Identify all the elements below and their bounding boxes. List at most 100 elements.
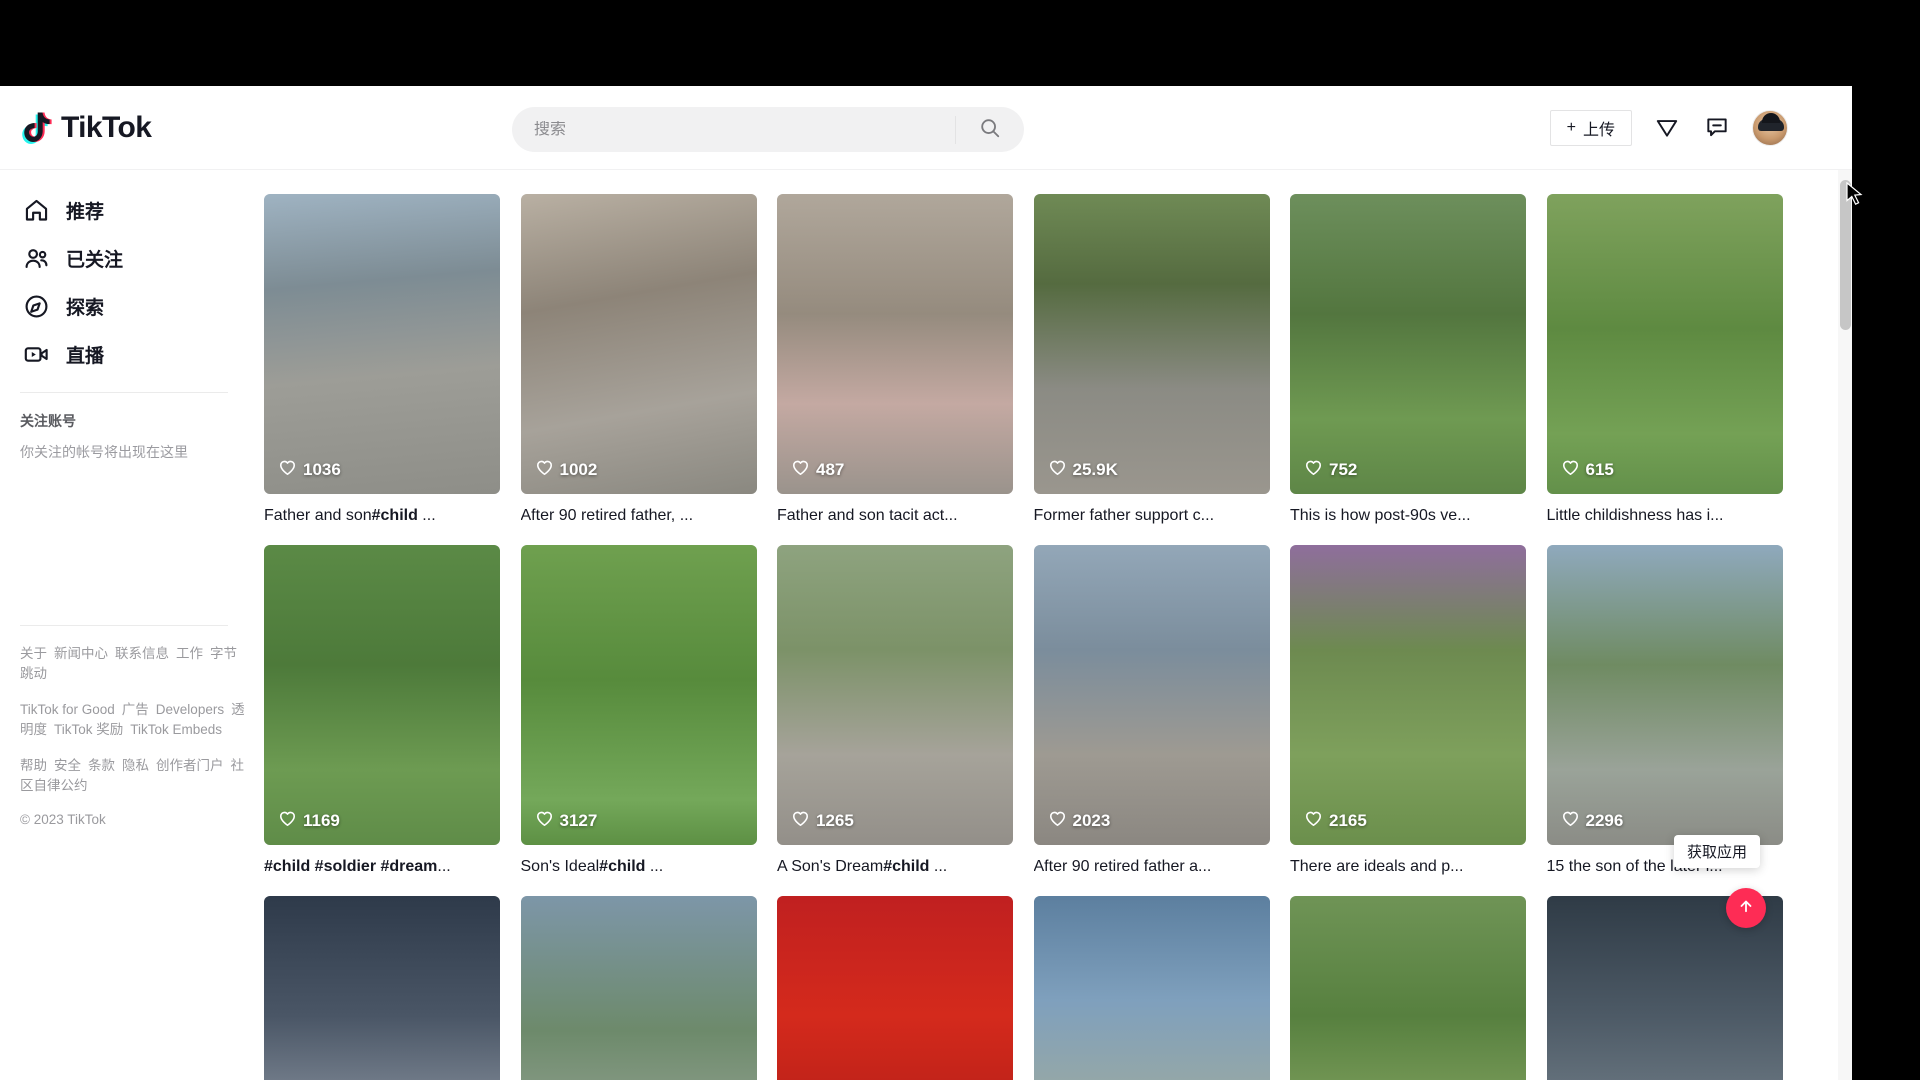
video-card[interactable] [777,896,1013,1080]
video-thumbnail[interactable]: 752 [1290,194,1526,494]
video-caption[interactable]: After 90 retired father, ... [521,505,757,527]
like-count: 752 [1304,458,1357,482]
upload-button[interactable]: + 上传 [1549,110,1632,146]
users-icon [20,242,52,274]
upload-label: 上传 [1582,122,1615,139]
video-caption[interactable]: Former father support c... [1034,505,1270,527]
video-caption[interactable]: Little childishness has i... [1547,505,1783,527]
video-thumbnail[interactable]: 2165 [1290,545,1526,845]
video-caption[interactable]: There are ideals and p... [1290,856,1526,878]
video-thumbnail[interactable]: 2023 [1033,545,1270,845]
video-thumbnail[interactable]: 25.9K [1033,194,1270,494]
video-card[interactable]: 2165 There are ideals and p... [1290,545,1526,878]
messages-button[interactable] [1652,113,1682,143]
caption-hashtag[interactable]: #child [372,507,418,524]
video-card[interactable]: 752 This is how post-90s ve... [1290,194,1526,527]
like-count-value: 2165 [1329,811,1367,830]
sidebar-item-live[interactable]: 直播 [16,330,250,378]
footer-link[interactable]: 联系信息 [115,646,169,661]
browser-window: TikTok + 上传 [0,0,1920,1080]
footer-link[interactable]: 条款 [88,758,115,773]
footer-link[interactable]: 关于 [20,646,47,661]
tiktok-logo[interactable]: TikTok [22,110,272,146]
thumbnail-image [264,194,500,494]
video-caption[interactable]: A Son's Dream#child ... [777,856,1013,878]
caption-hashtag[interactable]: #child #soldier #dream [264,858,437,875]
caption-hashtag[interactable]: #child [883,858,929,875]
footer-link[interactable]: 工作 [176,646,203,661]
video-thumbnail[interactable]: 615 [1546,194,1783,494]
footer-link[interactable]: TikTok Embeds [130,722,222,737]
video-caption[interactable]: Father and son#child ... [264,505,500,527]
like-count-value: 615 [1585,460,1614,479]
sidebar-item-following[interactable]: 已关注 [16,234,250,282]
video-thumbnail[interactable] [1290,896,1526,1080]
video-caption[interactable]: #child #soldier #dream... [264,856,500,878]
footer-link[interactable]: 隐私 [122,758,149,773]
footer-link[interactable]: 创作者门户 [156,758,224,773]
sidebar-label: 探索 [66,297,105,319]
video-caption[interactable]: After 90 retired father a... [1034,856,1270,878]
video-thumbnail[interactable]: 1036 [264,194,500,494]
video-card[interactable]: 25.9K Former father support c... [1033,194,1270,527]
scroll-to-top-button[interactable] [1726,888,1766,928]
footer-group-company: 关于 新闻中心 联系信息 工作 字节跳动 [20,644,250,684]
sidebar-item-explore[interactable]: 探索 [16,282,250,330]
video-thumbnail[interactable] [1033,896,1270,1080]
video-card[interactable]: 3127 Son's Ideal#child ... [520,545,757,878]
footer-link[interactable]: Developers [156,702,224,717]
footer-link[interactable]: 新闻中心 [54,646,108,661]
video-thumbnail[interactable]: 1002 [520,194,757,494]
video-thumbnail[interactable] [520,896,757,1080]
video-card[interactable]: 2023 After 90 retired father a... [1033,545,1270,878]
page-viewport: TikTok + 上传 [0,86,1852,1080]
video-thumbnail[interactable]: 3127 [520,545,757,845]
search-icon [979,117,1001,142]
footer-link[interactable]: TikTok 奖励 [54,722,123,737]
thumbnail-image [777,896,1013,1080]
arrow-up-icon [1737,897,1755,920]
video-card[interactable] [520,896,757,1080]
video-card[interactable]: 1002 After 90 retired father, ... [520,194,757,527]
video-card[interactable] [264,896,500,1080]
sidebar-label: 已关注 [66,249,124,271]
video-card[interactable]: 615 Little childishness has i... [1546,194,1783,527]
inbox-button[interactable] [1702,113,1732,143]
footer-link[interactable]: 广告 [122,702,149,717]
footer-link[interactable]: 安全 [54,758,81,773]
footer-link[interactable]: 帮助 [20,758,47,773]
video-card[interactable]: 487 Father and son tacit act... [777,194,1013,527]
footer-link[interactable]: TikTok for Good [20,702,115,717]
video-thumbnail[interactable]: 2296 [1546,545,1783,845]
video-caption[interactable]: This is how post-90s ve... [1290,505,1526,527]
get-app-button[interactable]: 获取应用 [1673,835,1760,868]
video-caption[interactable]: Father and son tacit act... [777,505,1013,527]
sidebar: 推荐 已关注 探索 直播 关注账号 你关注的帐号将出现在这里 关于 新闻中心 联… [0,170,250,1080]
video-thumbnail[interactable]: 1169 [264,545,500,845]
sidebar-item-for-you[interactable]: 推荐 [16,186,250,234]
video-thumbnail[interactable]: 487 [777,194,1013,494]
video-caption[interactable]: Son's Ideal#child ... [521,856,757,878]
search-button[interactable] [956,107,1024,152]
video-thumbnail[interactable] [264,896,500,1080]
like-count-value: 3127 [559,811,598,830]
video-card[interactable]: 1036 Father and son#child ... [264,194,500,527]
like-count: 487 [791,458,844,482]
video-card[interactable]: 229615 the son of the later i... [1546,545,1783,878]
caption-ellipsis: ... [437,858,451,875]
mouse-cursor [1846,181,1864,213]
video-card[interactable] [1290,896,1526,1080]
video-card[interactable]: 1169 #child #soldier #dream... [264,545,500,878]
following-accounts-empty-text: 你关注的帐号将出现在这里 [20,444,188,460]
following-accounts-title: 关注账号 [20,413,76,429]
video-thumbnail[interactable]: 1265 [777,545,1013,845]
caption-ellipsis: ... [944,507,958,524]
video-card[interactable]: 1265 A Son's Dream#child ... [777,545,1013,878]
video-thumbnail[interactable] [777,896,1013,1080]
caption-hashtag[interactable]: #child [599,858,645,875]
video-card[interactable] [1033,896,1270,1080]
avatar[interactable] [1752,110,1788,146]
caption-text: Little childishness has i [1546,507,1711,524]
search-input[interactable] [512,120,955,139]
search-bar[interactable] [512,107,1024,152]
